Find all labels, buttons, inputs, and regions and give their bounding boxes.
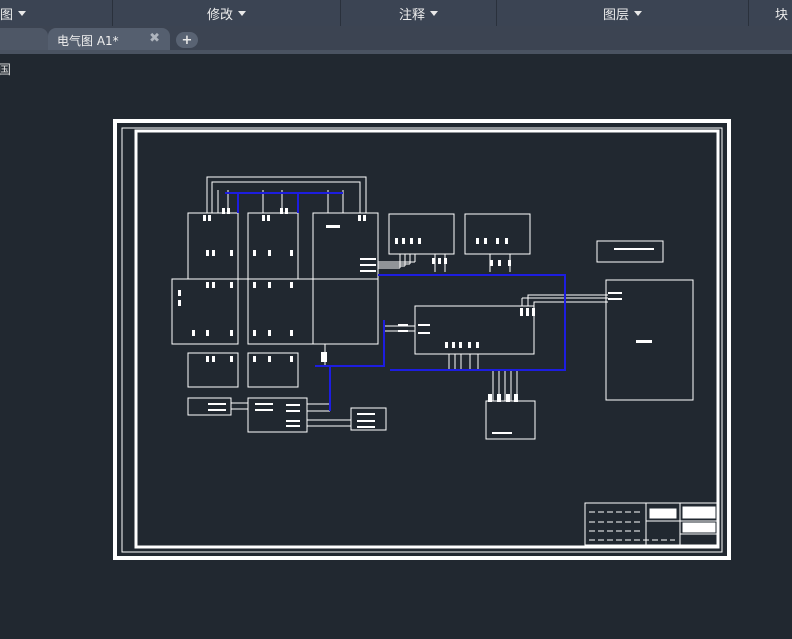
module-upper-b <box>464 213 531 255</box>
module-small-a <box>187 397 232 416</box>
sheet-inner-border <box>134 129 720 549</box>
module-controller <box>414 305 535 355</box>
feeder-lines-top <box>206 176 367 213</box>
module-upper-a <box>388 213 455 255</box>
module-right-header <box>596 240 664 263</box>
module-group-left <box>171 212 379 388</box>
title-block <box>584 502 718 546</box>
wiring-blue <box>225 192 566 411</box>
terminal-marks <box>178 208 654 434</box>
sensor-wires <box>492 370 518 401</box>
drawing-canvas[interactable] <box>0 0 792 639</box>
